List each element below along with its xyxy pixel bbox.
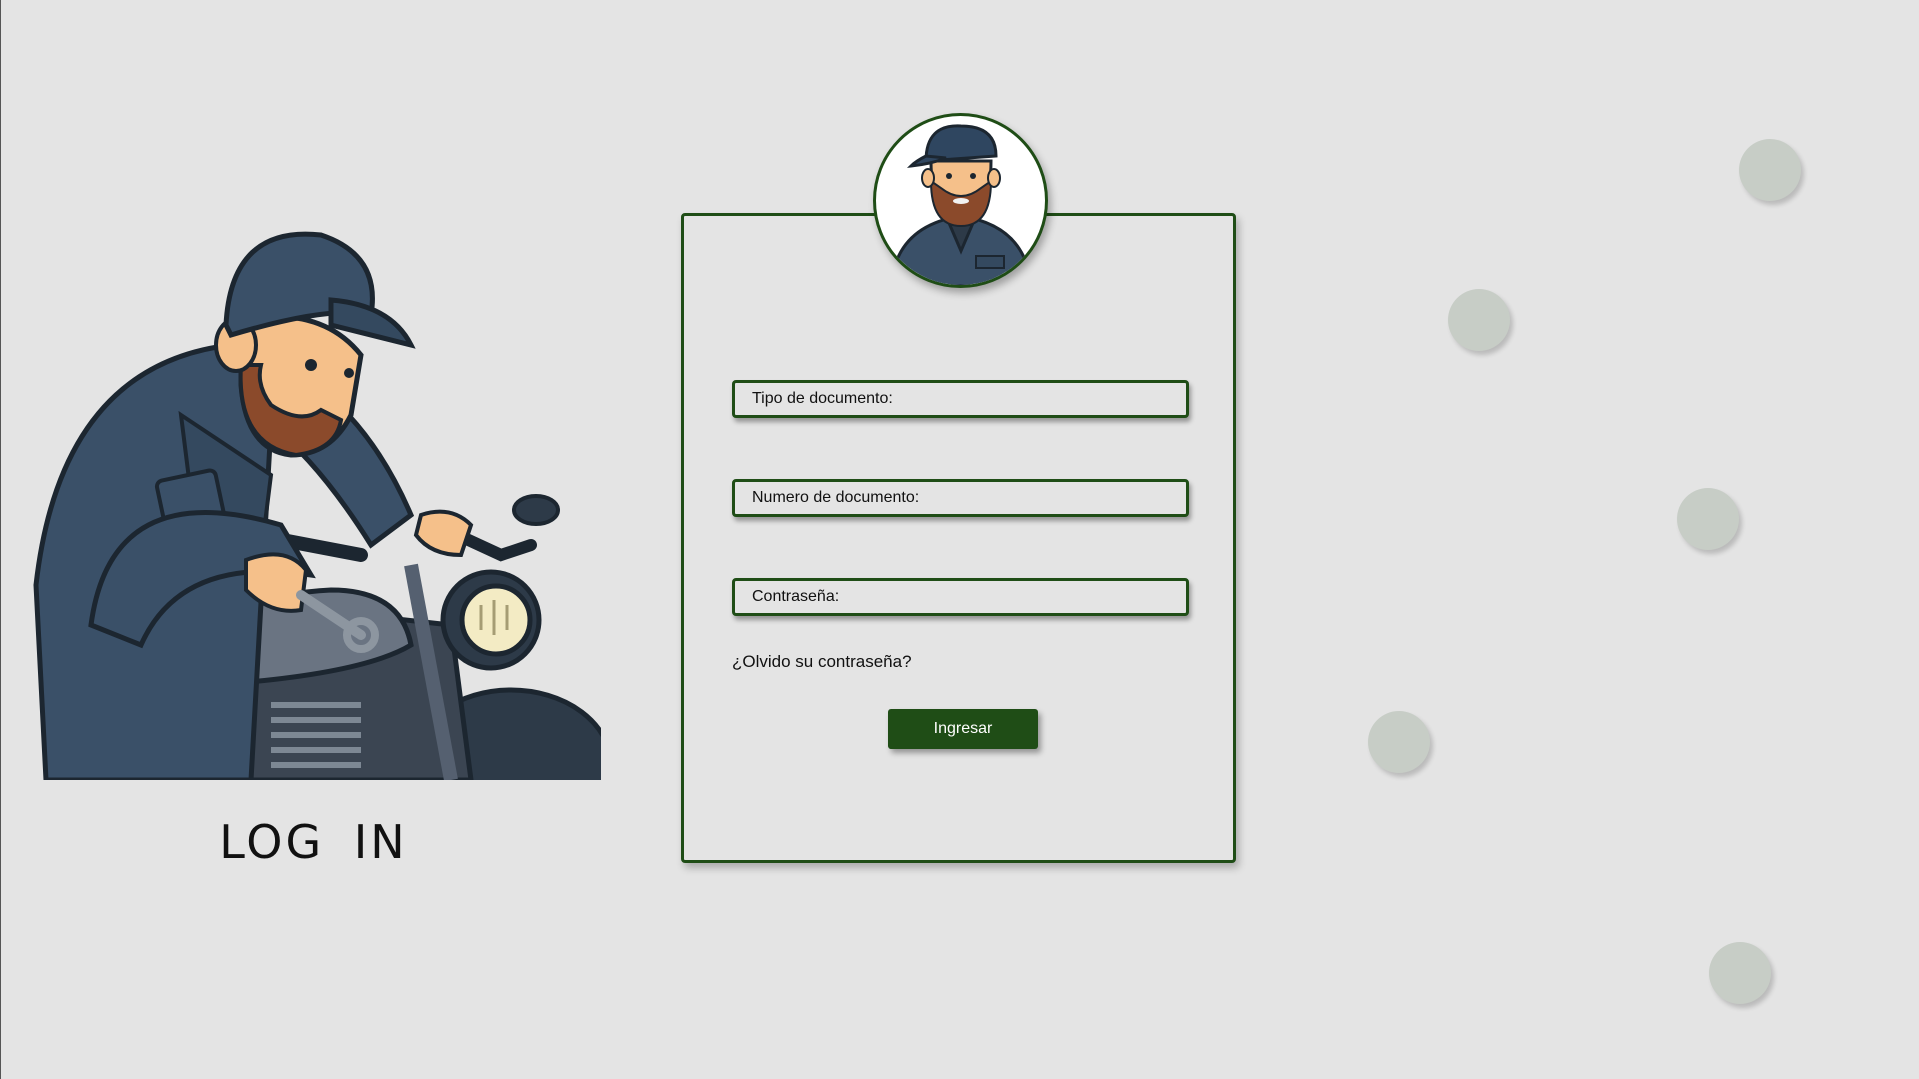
login-card (681, 213, 1236, 863)
password-field[interactable] (732, 578, 1189, 616)
decorative-dot (1709, 942, 1771, 1004)
document-number-input[interactable] (750, 488, 1186, 508)
document-number-field[interactable] (732, 479, 1189, 517)
mechanic-avatar-icon (889, 124, 1033, 285)
forgot-password-link[interactable]: ¿Olvido su contraseña? (732, 652, 912, 672)
decorative-dot (1677, 488, 1739, 550)
page-title: LOG IN (219, 815, 408, 869)
document-type-input[interactable] (750, 389, 1186, 409)
mechanic-motorcycle-illustration (33, 231, 601, 780)
document-type-field[interactable] (732, 380, 1189, 418)
decorative-dot (1368, 711, 1430, 773)
decorative-dot (1739, 139, 1801, 201)
avatar (873, 113, 1048, 288)
login-submit-button[interactable]: Ingresar (888, 709, 1038, 749)
decorative-dot (1448, 289, 1510, 351)
password-input[interactable] (750, 587, 1186, 607)
